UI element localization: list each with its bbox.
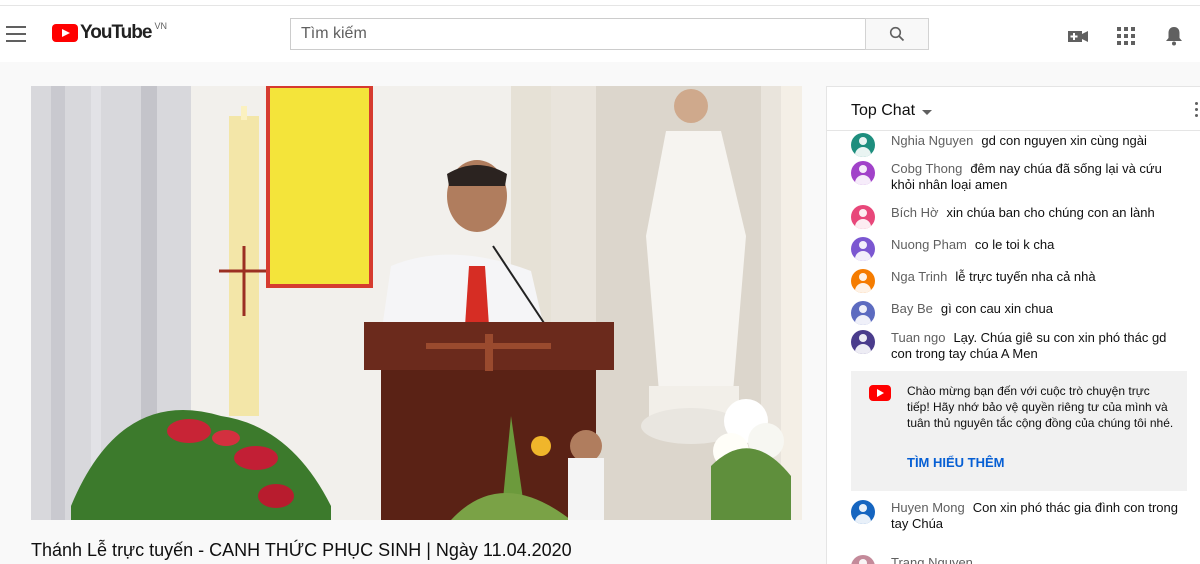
chat-text: xin chúa ban cho chúng con an lành <box>946 205 1155 220</box>
more-options-button[interactable] <box>1195 102 1200 120</box>
video-camera-plus-icon <box>1068 31 1088 42</box>
youtube-play-icon <box>52 24 78 42</box>
chat-message: Nuong Pham co le toi k cha <box>851 237 1181 261</box>
search-input[interactable] <box>290 18 865 50</box>
notifications-button[interactable] <box>1162 24 1186 48</box>
chat-message: Cobg Thong đêm nay chúa đã sống lại và cứ… <box>851 161 1181 193</box>
chat-author[interactable]: Nuong Pham <box>891 237 967 252</box>
avatar[interactable] <box>851 269 875 293</box>
search-button[interactable] <box>865 18 929 50</box>
video-player[interactable] <box>31 86 802 520</box>
search-icon <box>889 26 905 42</box>
avatar[interactable] <box>851 555 875 564</box>
chat-author[interactable]: Bích Hờ <box>891 205 939 220</box>
caret-down-icon <box>922 109 933 115</box>
create-video-button[interactable] <box>1066 24 1090 48</box>
avatar[interactable] <box>851 301 875 325</box>
chat-author[interactable]: Huyen Mong <box>891 500 965 515</box>
chat-text: co le toi k cha <box>974 237 1055 252</box>
menu-icon[interactable] <box>6 26 26 42</box>
apps-button[interactable] <box>1114 24 1138 48</box>
avatar[interactable] <box>851 500 875 524</box>
chat-author[interactable]: Tuan ngo <box>891 330 945 345</box>
live-chat-panel: Top Chat Nghia Nguyen gd con nguyen xin c… <box>826 86 1200 564</box>
chat-mode-label: Top Chat <box>851 102 916 119</box>
chat-author[interactable]: Nghia Nguyen <box>891 133 973 148</box>
chat-message: Tuan ngo Lạy. Chúa giê su con xin phó thá… <box>851 330 1181 362</box>
chat-author[interactable]: Bay Be <box>891 301 933 316</box>
masthead: YouTube VN <box>0 6 1200 62</box>
chat-message: Bích Hờ xin chúa ban cho chúng con an làn… <box>851 205 1181 229</box>
chat-text: gd con nguyen xin cùng ngài <box>981 133 1147 148</box>
youtube-logo[interactable]: YouTube VN <box>52 21 167 45</box>
chat-message: Trang Nguyen <box>851 555 1181 564</box>
chat-mode-dropdown[interactable]: Top Chat <box>851 102 933 120</box>
logo-text: YouTube <box>80 22 152 43</box>
apps-grid-icon <box>1117 27 1135 45</box>
chat-message: Huyen Mong Con xin phó thác gia đình con … <box>851 500 1181 532</box>
chat-author[interactable]: Trang Nguyen <box>891 555 973 564</box>
chat-author[interactable]: Nga Trinh <box>891 269 947 284</box>
avatar[interactable] <box>851 330 875 354</box>
chat-message: Bay Be gì con cau xin chua <box>851 301 1181 325</box>
search-box <box>290 18 929 50</box>
welcome-text: Chào mừng bạn đến với cuộc trò chuyện tr… <box>907 384 1174 430</box>
youtube-play-icon <box>869 385 891 401</box>
chat-text: gì con cau xin chua <box>940 301 1053 316</box>
avatar[interactable] <box>851 237 875 261</box>
video-title: Thánh Lễ trực tuyến - CANH THỨC PHỤC SIN… <box>31 540 572 560</box>
logo-country: VN <box>154 21 167 31</box>
chat-message: Nghia Nguyen gd con nguyen xin cùng ngài <box>851 133 1181 157</box>
chat-message: Nga Trinh lễ trực tuyến nha cả nhà <box>851 269 1181 293</box>
bell-icon <box>1166 27 1182 46</box>
chat-author[interactable]: Cobg Thong <box>891 161 962 176</box>
avatar[interactable] <box>851 133 875 157</box>
chat-header: Top Chat <box>827 87 1200 131</box>
avatar[interactable] <box>851 205 875 229</box>
learn-more-link[interactable]: TÌM HIỂU THÊM <box>907 455 1005 470</box>
video-frame <box>31 86 802 520</box>
chat-welcome-banner: Chào mừng bạn đến với cuộc trò chuyện tr… <box>851 371 1187 491</box>
more-vertical-icon <box>1195 102 1198 105</box>
chat-text: lễ trực tuyến nha cả nhà <box>955 269 1096 284</box>
avatar[interactable] <box>851 161 875 185</box>
